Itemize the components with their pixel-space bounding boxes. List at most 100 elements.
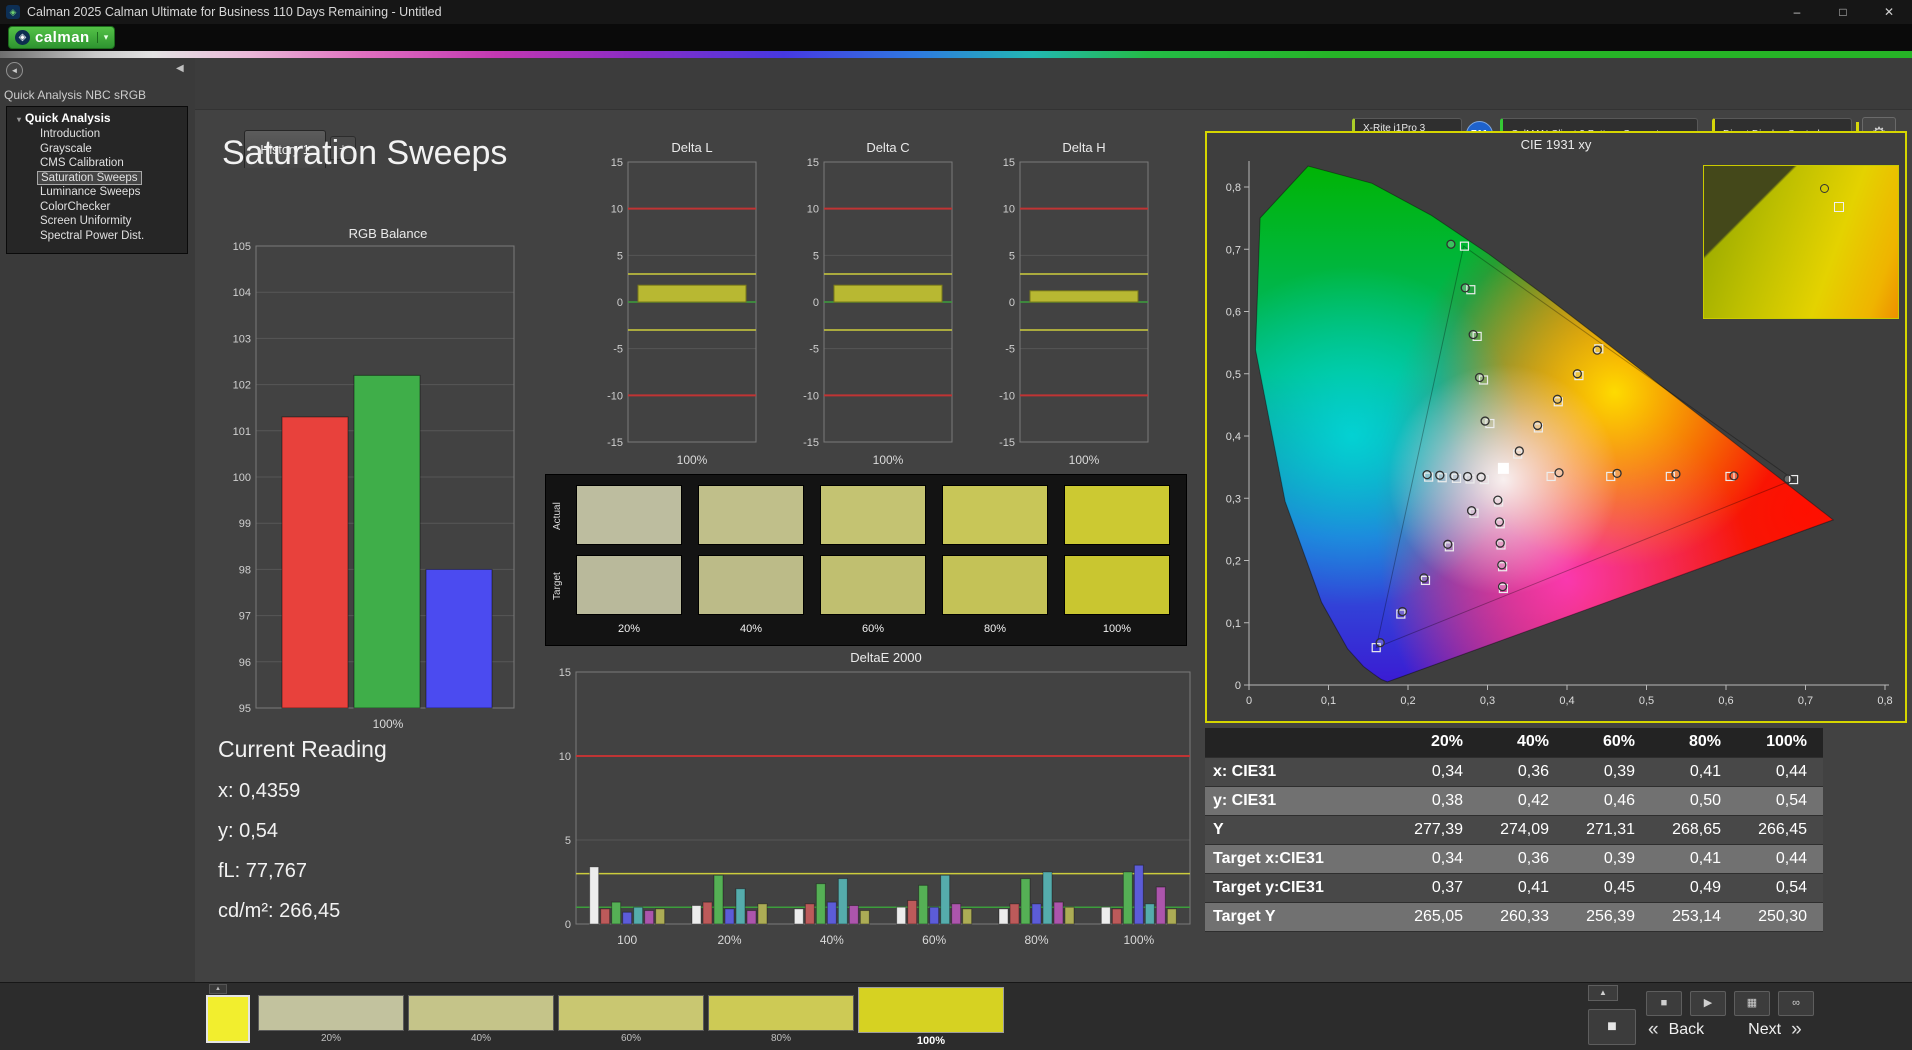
- inset-measured-marker: [1820, 184, 1829, 193]
- pattern-swatch-80%[interactable]: 80%: [708, 995, 854, 1044]
- table-header-row: 20% 40% 60% 80% 100%: [1205, 728, 1823, 758]
- table-header-cell: 100%: [1737, 728, 1823, 758]
- chevron-down-icon: ▾: [96, 32, 108, 43]
- swatch-target-40%: [698, 555, 804, 615]
- pattern-swatch-40%[interactable]: 40%: [408, 995, 554, 1044]
- measurement-table: 20% 40% 60% 80% 100% x: CIE31 0,34 0,36 0,39 0,41…: [1205, 728, 1823, 932]
- sidebar-item-screen-uniformity[interactable]: Screen Uniformity: [37, 214, 134, 229]
- table-row-x-cie31: x: CIE31 0,34 0,36 0,39 0,41 0,44: [1205, 757, 1823, 787]
- next-button[interactable]: Next: [1748, 1021, 1781, 1039]
- deltae-bar: [1100, 906, 1111, 925]
- collapse-controls-button[interactable]: ▲: [1588, 985, 1618, 1001]
- svg-text:103: 103: [233, 333, 251, 345]
- tree-root-label: Quick Analysis: [25, 111, 111, 125]
- chart-xlabel: 100%: [372, 717, 404, 731]
- sidebar-item-grayscale[interactable]: Grayscale: [37, 142, 95, 157]
- table-cell: 0,50: [1651, 786, 1737, 816]
- table-cell: 0,46: [1565, 786, 1651, 816]
- deltae-bar: [826, 901, 837, 925]
- deltae-2000-plot: 0 5 10 15 100 20% 40% 60% 80% 100%: [548, 666, 1198, 971]
- deltae-bar: [622, 911, 633, 925]
- continuous-measure-button[interactable]: ∞: [1778, 991, 1814, 1016]
- stop-button[interactable]: ■: [1646, 991, 1682, 1016]
- svg-text:-15: -15: [607, 437, 623, 448]
- table-row-label: Target x:CIE31: [1205, 844, 1393, 874]
- table-cell: 265,05: [1393, 902, 1479, 932]
- svg-text:5: 5: [1009, 250, 1015, 262]
- swatch-target-100%: [1064, 555, 1170, 615]
- svg-text:15: 15: [611, 157, 623, 169]
- sidebar-item-spectral-power-dist[interactable]: Spectral Power Dist.: [37, 229, 147, 244]
- reading-line: fL: 77,767: [218, 860, 307, 882]
- delta-c-bar: [833, 284, 943, 303]
- play-button[interactable]: ▶: [1690, 991, 1726, 1016]
- rgb-bar-blue: [425, 568, 493, 709]
- cie-measured-point: [1497, 560, 1507, 570]
- sidebar-item-introduction[interactable]: Introduction: [37, 127, 103, 142]
- workflow-header: Quick Analysis NBC sRGB: [4, 88, 147, 102]
- svg-text:-5: -5: [613, 344, 623, 356]
- close-button[interactable]: ✕: [1866, 0, 1912, 24]
- table-row-label: Y: [1205, 815, 1393, 845]
- pattern-window-button[interactable]: ■: [1588, 1009, 1636, 1045]
- pattern-swatch-label: 20%: [320, 1033, 341, 1044]
- swatch-row-label: Target: [552, 572, 563, 600]
- pattern-swatch-60%[interactable]: 60%: [558, 995, 704, 1044]
- maximize-button[interactable]: □: [1820, 0, 1866, 24]
- table-row-label: x: CIE31: [1205, 757, 1393, 787]
- rainbow-strip: [0, 51, 1912, 58]
- chart-xlabel: 100%: [1068, 453, 1100, 467]
- swatch-col-label: 20%: [617, 623, 641, 635]
- svg-text:100%: 100%: [1123, 933, 1154, 947]
- chart-title: CIE 1931 xy: [1520, 137, 1592, 152]
- next-chevron-icon[interactable]: »: [1791, 1019, 1802, 1041]
- svg-text:15: 15: [807, 157, 819, 169]
- swatch-col-label: 80%: [983, 623, 1007, 635]
- pattern-swatches: 20% 40% 60% 80% 100%: [258, 983, 1018, 1050]
- svg-text:60%: 60%: [922, 933, 946, 947]
- chart-title: Delta L: [671, 140, 713, 155]
- deltae-bar: [1155, 886, 1166, 925]
- chart-title: DeltaE 2000: [850, 650, 922, 665]
- sidebar-item-saturation-sweeps[interactable]: Saturation Sweeps: [37, 170, 142, 185]
- back-circle-button[interactable]: ◄: [6, 62, 23, 79]
- svg-text:104: 104: [233, 287, 251, 299]
- table-cell: 271,31: [1565, 815, 1651, 845]
- pattern-swatch-100%[interactable]: 100%: [858, 987, 1004, 1047]
- calman-menu-button[interactable]: ◈ calman ▾: [8, 26, 116, 49]
- delta-c-plot: -15 -10 -5 0 5 10 15: [788, 156, 958, 453]
- svg-text:0,5: 0,5: [1639, 695, 1654, 707]
- pattern-preview-swatch[interactable]: [206, 995, 250, 1043]
- table-cell: 250,30: [1737, 902, 1823, 932]
- deltae-bar: [1020, 878, 1031, 925]
- chart-xlabel: 100%: [676, 453, 708, 467]
- swatch-target-60%: [820, 555, 926, 615]
- cie-measured-point: [1532, 420, 1543, 431]
- cie-1931-chart: CIE 1931 xy 0 0,1 0,2 0,3 0,4 0,5 0,6 0,7 0,8 0 0,…: [1205, 131, 1907, 723]
- svg-text:0: 0: [1235, 680, 1241, 692]
- collapse-sidebar-icon[interactable]: ◀: [176, 63, 184, 74]
- table-cell: 0,54: [1737, 873, 1823, 903]
- minimize-button[interactable]: –: [1774, 0, 1820, 24]
- cie-measured-point: [1443, 539, 1453, 549]
- tree-root-quick-analysis[interactable]: ▾ Quick Analysis: [7, 109, 187, 127]
- svg-text:15: 15: [559, 667, 571, 679]
- back-chevron-icon[interactable]: «: [1648, 1019, 1659, 1041]
- pattern-popout-button[interactable]: ▲: [209, 984, 227, 994]
- table-cell: 0,41: [1479, 873, 1565, 903]
- deltae-bar: [589, 866, 600, 925]
- sidebar-item-cms-calibration[interactable]: CMS Calibration: [37, 156, 127, 171]
- sidebar-item-luminance-sweeps[interactable]: Luminance Sweeps: [37, 185, 143, 200]
- deltae-bar: [633, 906, 644, 925]
- back-button[interactable]: Back: [1669, 1021, 1705, 1039]
- delta-h-bar: [1029, 290, 1139, 303]
- cie-measured-point: [1462, 471, 1473, 482]
- table-header-cell: 40%: [1479, 728, 1565, 758]
- save-button[interactable]: ▦: [1734, 991, 1770, 1016]
- current-reading-title: Current Reading: [218, 736, 387, 762]
- pattern-swatch-20%[interactable]: 20%: [258, 995, 404, 1044]
- page-title: Saturation Sweeps: [222, 134, 508, 172]
- table-header-cell: 80%: [1651, 728, 1737, 758]
- cie-measured-point: [1397, 606, 1408, 617]
- sidebar-item-colorchecker[interactable]: ColorChecker: [37, 200, 113, 215]
